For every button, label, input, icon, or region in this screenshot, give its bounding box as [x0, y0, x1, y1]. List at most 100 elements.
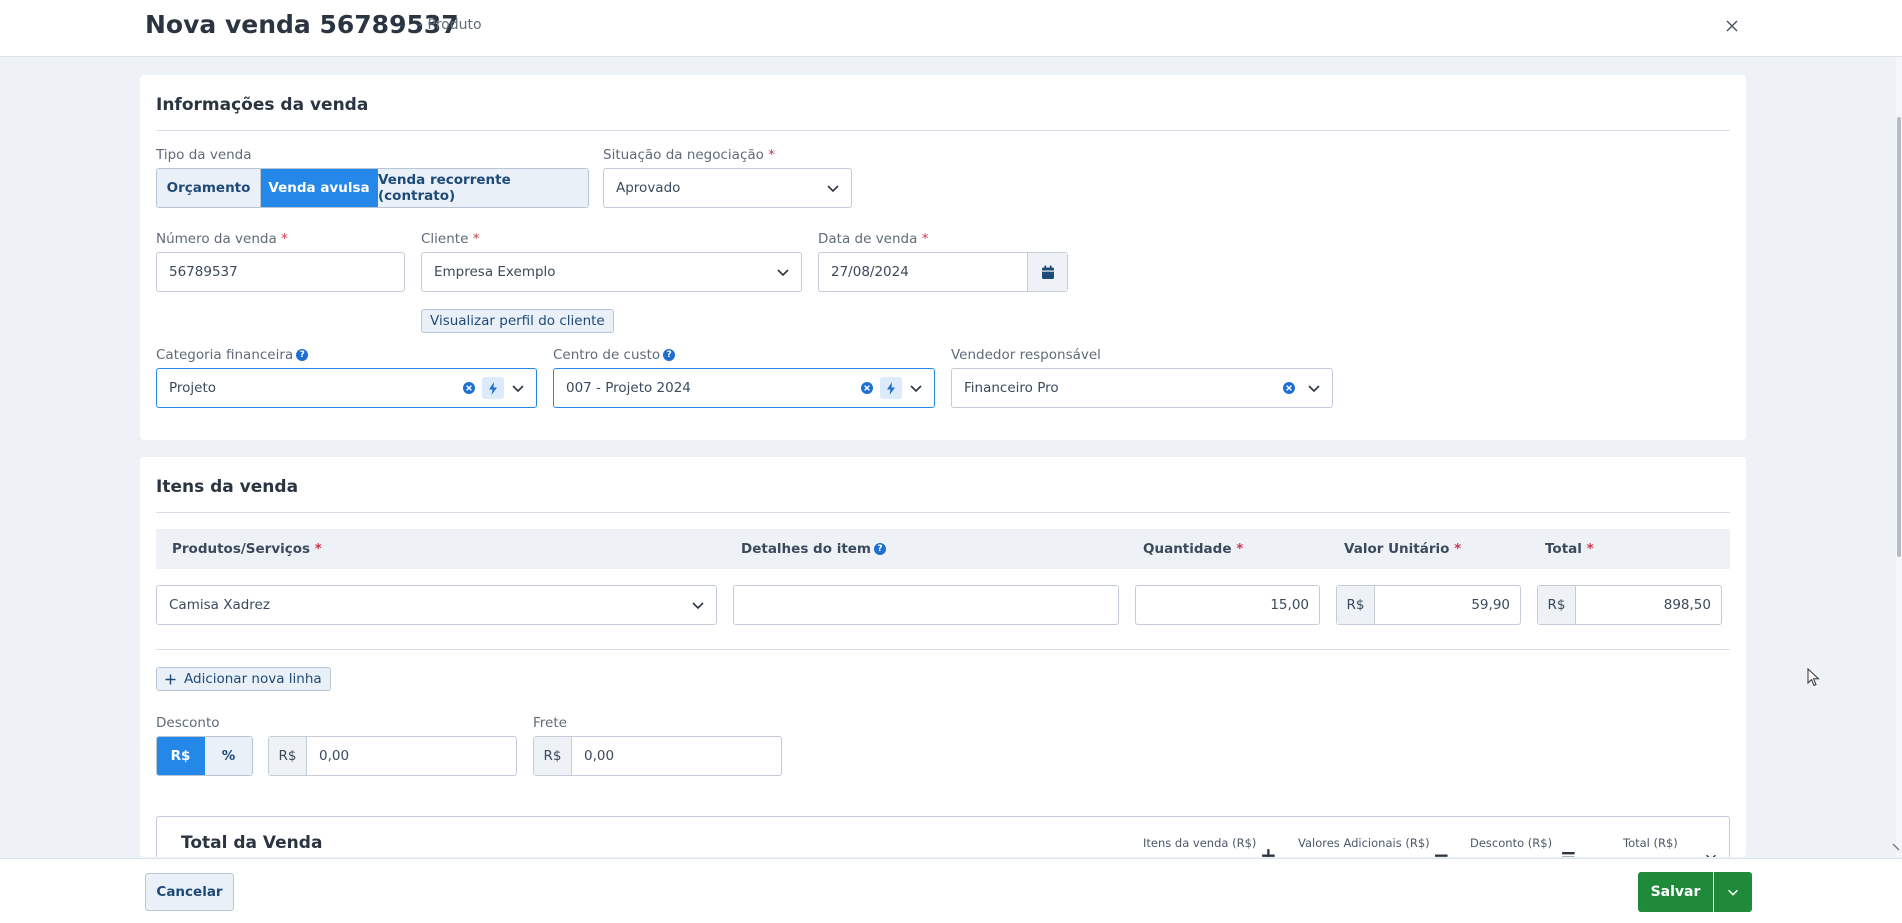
currency-prefix: R$ [534, 737, 572, 775]
vendedor-label: Vendedor responsável [951, 347, 1101, 363]
scrollbar-thumb[interactable] [1897, 117, 1901, 557]
chevron-down-icon [692, 602, 704, 610]
categoria-label: Categoria financeira? [156, 347, 309, 363]
divider [156, 649, 1730, 650]
cliente-label-text: Cliente [421, 231, 469, 247]
sale-items-card: Itens da venda Produtos/Serviços * Detal… [140, 457, 1746, 857]
desconto-input[interactable]: R$ 0,00 [268, 736, 517, 776]
close-button[interactable] [1720, 14, 1744, 38]
modal-footer: Cancelar Salvar [0, 858, 1902, 923]
vendedor-value: Financeiro Pro [964, 380, 1059, 396]
page-scrollbar[interactable] [1896, 57, 1902, 857]
required-mark: * [921, 231, 929, 247]
data-value: 27/08/2024 [831, 264, 909, 280]
numero-venda-input[interactable]: 56789537 [156, 252, 405, 292]
desconto-mode-currency[interactable]: R$ [157, 737, 205, 775]
produto-select[interactable]: Camisa Xadrez [156, 585, 717, 625]
required-mark: * [768, 147, 775, 163]
col-total-label: Total (R$) [1623, 836, 1678, 850]
col-total-text: Total [1545, 541, 1582, 557]
mouse-cursor-icon [1807, 668, 1820, 687]
vendedor-select[interactable]: Financeiro Pro [951, 368, 1333, 408]
chevron-down-icon [512, 385, 524, 393]
currency-prefix: R$ [1538, 586, 1576, 624]
clear-icon[interactable] [1282, 381, 1296, 395]
add-line-button[interactable]: Adicionar nova linha [156, 667, 331, 691]
col-total: Total * [1545, 541, 1594, 557]
visualizar-perfil-button[interactable]: Visualizar perfil do cliente [421, 309, 614, 333]
add-line-label: Adicionar nova linha [184, 671, 322, 687]
bolt-button[interactable] [880, 377, 902, 399]
help-icon[interactable]: ? [296, 349, 309, 361]
centro-label: Centro de custo? [553, 347, 676, 363]
produto-value: Camisa Xadrez [169, 597, 270, 613]
section-title: Itens da venda [156, 477, 299, 497]
save-button[interactable]: Salvar [1638, 872, 1713, 912]
frete-input[interactable]: R$ 0,00 [533, 736, 782, 776]
bolt-button[interactable] [482, 377, 504, 399]
calendar-button[interactable] [1027, 253, 1067, 291]
centro-label-text: Centro de custo [553, 347, 661, 363]
total-input[interactable]: R$ 898,50 [1537, 585, 1722, 625]
calendar-icon [1041, 265, 1054, 279]
centro-custo-select[interactable]: 007 - Projeto 2024 [553, 368, 935, 408]
required-mark: * [314, 541, 322, 557]
plus-operator: + [1260, 843, 1277, 857]
tipo-venda-selector: Orçamento Venda avulsa Venda recorrente … [156, 168, 589, 208]
situacao-select[interactable]: Aprovado [603, 168, 852, 208]
col-valor-text: Valor Unitário [1344, 541, 1450, 557]
clear-icon[interactable] [860, 381, 874, 395]
frete-label: Frete [533, 715, 567, 731]
numero-label: Número da venda * [156, 231, 288, 247]
divider [156, 130, 1730, 131]
modal-header: Nova venda 56789537 - Produto [0, 0, 1902, 57]
data-venda-input[interactable]: 27/08/2024 [818, 252, 1068, 292]
page-title: Nova venda 56789537 [145, 10, 459, 39]
quantidade-input[interactable]: 15,00 [1135, 585, 1320, 625]
desconto-mode-percent[interactable]: % [205, 737, 252, 775]
help-icon[interactable]: ? [663, 349, 676, 361]
situacao-label-text: Situação da negociação [603, 147, 764, 163]
cliente-value: Empresa Exemplo [434, 264, 556, 280]
col-detalhes: Detalhes do item? [741, 541, 886, 557]
cancel-button[interactable]: Cancelar [145, 873, 234, 911]
col-produto: Produtos/Serviços * [172, 541, 322, 557]
detalhes-input[interactable] [733, 585, 1119, 625]
cliente-label: Cliente * [421, 231, 479, 247]
chevron-down-icon[interactable] [1704, 850, 1718, 857]
frete-value: 0,00 [584, 748, 615, 764]
chevron-down-icon [827, 185, 839, 193]
chevron-down-icon [1308, 385, 1320, 393]
tipo-label: Tipo da venda [156, 147, 252, 163]
col-desconto-label: Desconto (R$) [1470, 836, 1553, 850]
save-options-button[interactable] [1714, 872, 1752, 912]
plus-icon [165, 674, 176, 684]
categoria-select[interactable]: Projeto [156, 368, 537, 408]
total-value: 898,50 [1663, 597, 1711, 613]
tipo-recorrente-option[interactable]: Venda recorrente (contrato) [378, 169, 588, 207]
numero-label-text: Número da venda [156, 231, 277, 247]
chevron-down-icon [1728, 889, 1738, 896]
centro-value: 007 - Projeto 2024 [566, 380, 691, 396]
sale-info-card: Informações da venda Tipo da venda Orçam… [140, 75, 1746, 440]
desconto-mode-selector: R$ % [156, 736, 253, 776]
required-mark: * [472, 231, 480, 247]
required-mark: * [1236, 541, 1244, 557]
tipo-venda-avulsa-option[interactable]: Venda avulsa [261, 169, 378, 207]
items-table-header: Produtos/Serviços * Detalhes do item? Qu… [156, 529, 1730, 569]
col-produto-text: Produtos/Serviços [172, 541, 311, 557]
minus-operator: − [1433, 843, 1450, 857]
total-venda-box: Total da Venda Itens da venda (R$) + Val… [156, 816, 1730, 857]
cliente-select[interactable]: Empresa Exemplo [421, 252, 802, 292]
scroll-down-arrow-icon[interactable] [1892, 842, 1900, 852]
help-icon[interactable]: ? [874, 543, 886, 555]
situacao-value: Aprovado [616, 180, 681, 196]
valor-unitario-input[interactable]: R$ 59,90 [1336, 585, 1521, 625]
chevron-down-icon [777, 269, 789, 277]
categoria-label-text: Categoria financeira [156, 347, 294, 363]
valor-unitario-value: 59,90 [1471, 597, 1510, 613]
currency-prefix: R$ [269, 737, 307, 775]
tipo-orcamento-option[interactable]: Orçamento [157, 169, 261, 207]
clear-icon[interactable] [462, 381, 476, 395]
col-quantidade: Quantidade * [1143, 541, 1243, 557]
